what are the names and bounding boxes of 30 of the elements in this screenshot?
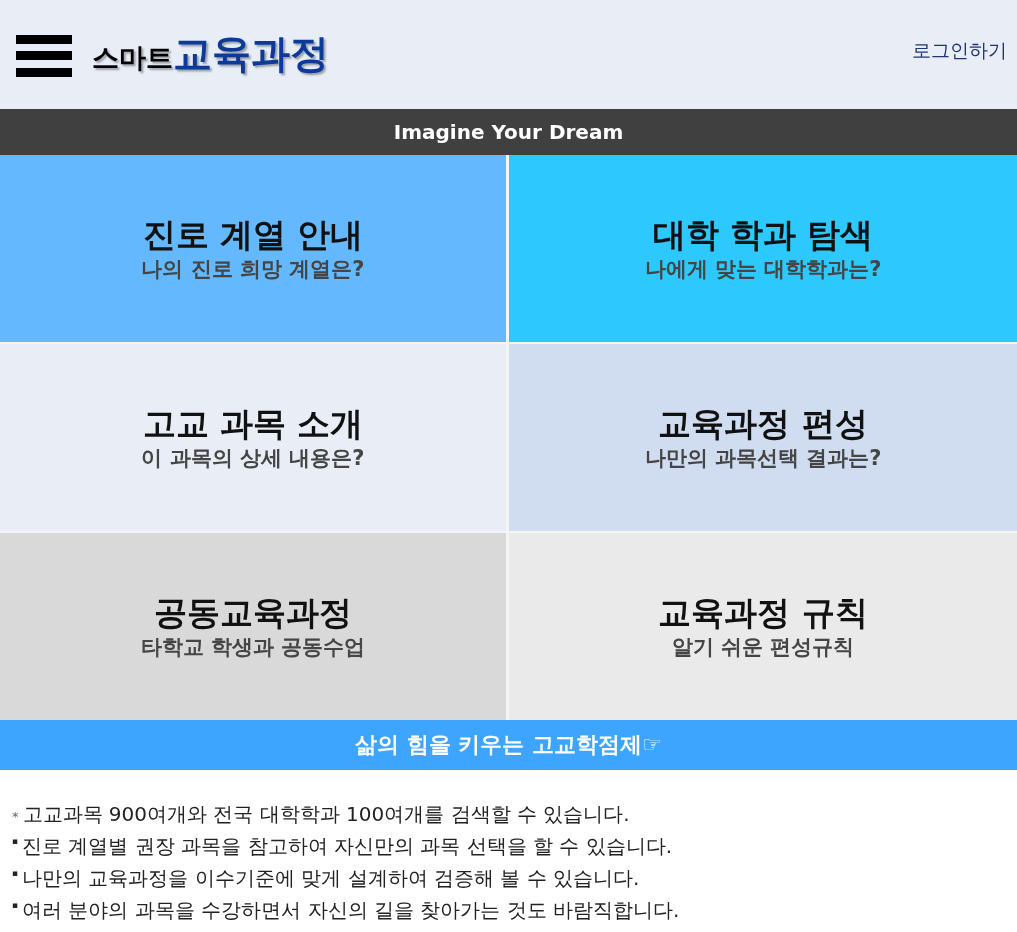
menu-tile[interactable]: 교육과정 규칙 알기 쉬운 편성규칙 <box>509 533 1017 720</box>
tile-title: 진로 계열 안내 <box>142 215 364 255</box>
tile-subtitle: 나에게 맞는 대학학과는? <box>644 256 882 282</box>
tile-subtitle: 나의 진로 희망 계열은? <box>141 256 365 282</box>
tile-title: 교육과정 규칙 <box>658 593 868 633</box>
note-text: 여러 분야의 과목을 수강하면서 자신의 길을 찾아가는 것도 바람직합니다. <box>22 897 680 923</box>
bullet-marker: * <box>12 810 19 823</box>
tile-subtitle: 알기 쉬운 편성규칙 <box>671 634 855 660</box>
tile-subtitle: 나만의 과목선택 결과는? <box>644 445 882 471</box>
login-link[interactable]: 로그인하기 <box>912 37 1007 64</box>
bullet-marker: ▪ <box>12 901 19 910</box>
menu-tile[interactable]: 교육과정 편성 나만의 과목선택 결과는? <box>509 344 1017 531</box>
bullet-marker: ▪ <box>12 837 19 846</box>
note-text: 고교과목 900여개와 전국 대학학과 100여개를 검색할 수 있습니다. <box>22 801 630 827</box>
menu-tile[interactable]: 공동교육과정 타학교 학생과 공동수업 <box>0 533 506 720</box>
tile-title: 교육과정 편성 <box>658 404 868 444</box>
menu-tile[interactable]: 진로 계열 안내 나의 진로 희망 계열은? <box>0 155 506 342</box>
tile-subtitle: 타학교 학생과 공동수업 <box>140 634 366 660</box>
tagline-banner: Imagine Your Dream <box>0 109 1017 155</box>
menu-icon[interactable] <box>16 34 72 77</box>
tile-subtitle: 이 과목의 상세 내용은? <box>141 445 365 471</box>
menu-tile[interactable]: 대학 학과 탐색 나에게 맞는 대학학과는? <box>509 155 1017 342</box>
tile-title: 대학 학과 탐색 <box>652 215 874 255</box>
note-text: 진로 계열별 권장 과목을 참고하여 자신만의 과목 선택을 할 수 있습니다. <box>22 833 673 859</box>
tile-title: 고교 과목 소개 <box>142 404 364 444</box>
note-text: 나만의 교육과정을 이수기준에 맞게 설계하여 검증해 볼 수 있습니다. <box>22 865 640 891</box>
logo-text[interactable]: 스마트교육과정 <box>92 33 329 76</box>
menu-tile[interactable]: 고교 과목 소개 이 과목의 상세 내용은? <box>0 344 506 531</box>
tile-title: 공동교육과정 <box>154 593 352 633</box>
bullet-marker: ▪ <box>12 869 19 878</box>
